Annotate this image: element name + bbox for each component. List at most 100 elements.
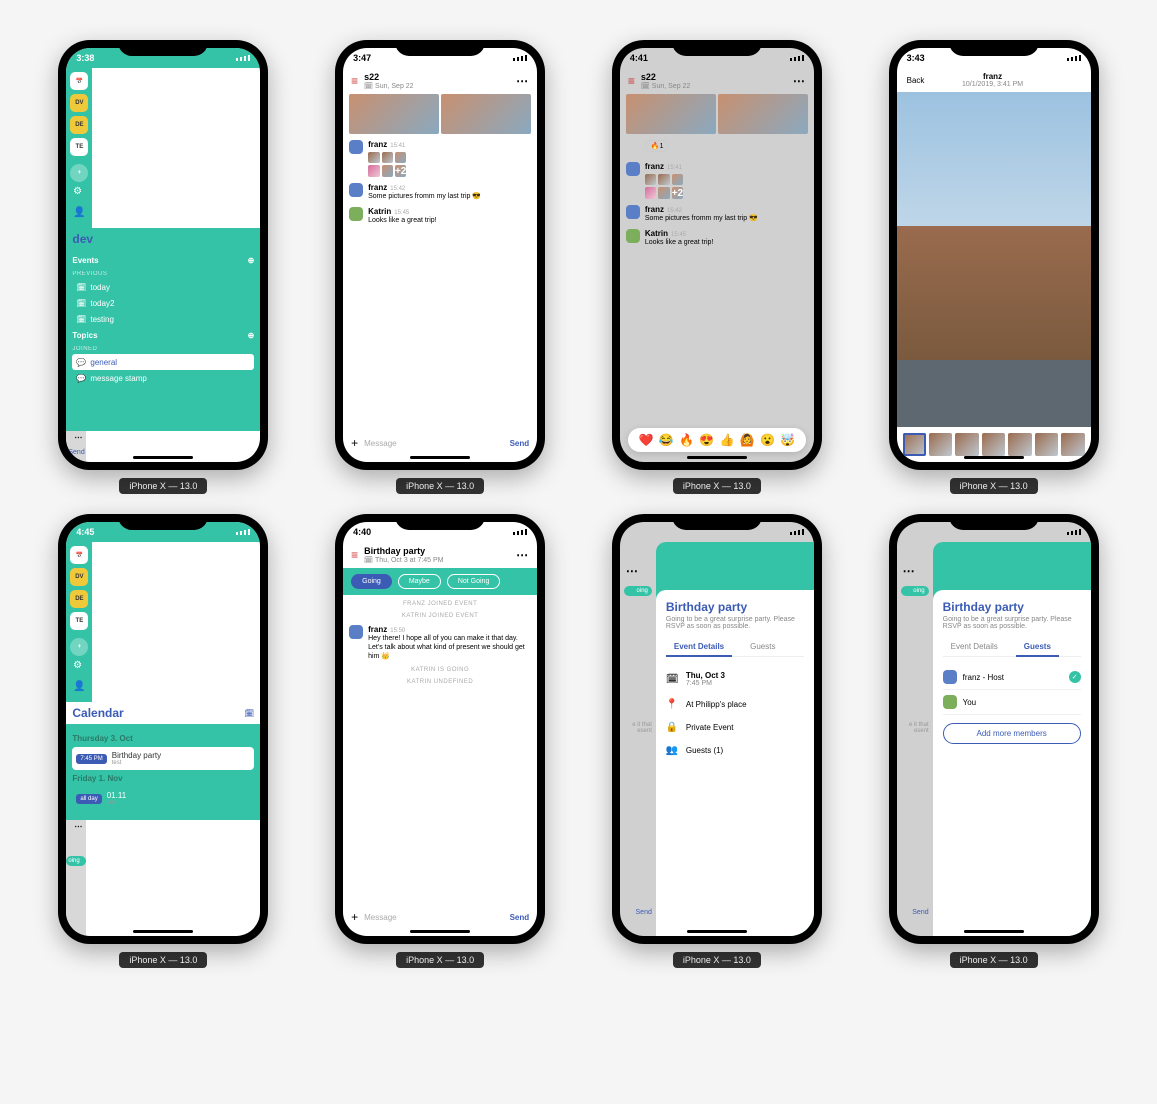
- home-indicator[interactable]: [133, 456, 193, 459]
- photo-thumb[interactable]: [1061, 433, 1084, 456]
- rsvp-not-going-button[interactable]: Not Going: [447, 574, 501, 589]
- add-members-button[interactable]: Add more members: [943, 723, 1081, 744]
- chat-messages[interactable]: franz15:41 +2 franz15:42 Some pictures f…: [343, 94, 537, 430]
- calendar-icon[interactable]: 📅: [70, 546, 88, 564]
- image-thumb[interactable]: [395, 152, 406, 163]
- guest-row[interactable]: franz - Host ✓: [943, 665, 1081, 690]
- image-thumb[interactable]: [382, 165, 393, 176]
- image-thumb[interactable]: [382, 152, 393, 163]
- chat-title[interactable]: s22: [364, 72, 510, 82]
- reaction-ok[interactable]: 🙆: [740, 433, 755, 447]
- photo-thumb[interactable]: [982, 433, 1005, 456]
- attach-icon[interactable]: +: [351, 436, 358, 450]
- photo-full[interactable]: [897, 92, 1091, 427]
- more-icon[interactable]: ⋯: [66, 431, 86, 443]
- settings-icon[interactable]: ⚙: [73, 660, 85, 671]
- reaction-chip[interactable]: 🔥1: [645, 140, 670, 152]
- add-workspace-button[interactable]: +: [70, 164, 88, 182]
- sheet-backdrop[interactable]: Birthday party Going to be a great surpr…: [933, 542, 1091, 936]
- event-item[interactable]: 🗓today2: [72, 295, 254, 311]
- menu-icon[interactable]: ≡: [351, 548, 358, 562]
- topic-item-selected[interactable]: 💬general: [72, 354, 254, 370]
- home-indicator[interactable]: [410, 930, 470, 933]
- more-icon[interactable]: ⋯: [793, 74, 806, 88]
- photo-thumb[interactable]: [929, 433, 952, 456]
- tab-event-details[interactable]: Event Details: [943, 638, 1006, 656]
- menu-icon[interactable]: ≡: [628, 74, 635, 88]
- workspace-badge-de[interactable]: DE: [70, 590, 88, 608]
- reaction-laugh[interactable]: 😂: [659, 433, 674, 447]
- profile-icon[interactable]: 👤: [73, 681, 85, 692]
- chat-messages[interactable]: FRANZ JOINED EVENT KATRIN JOINED EVENT f…: [343, 595, 537, 904]
- tab-guests[interactable]: Guests: [1016, 638, 1059, 657]
- avatar[interactable]: [349, 183, 363, 197]
- calendar-icon[interactable]: 📅: [70, 72, 88, 90]
- calendar-add-icon[interactable]: 🗓: [244, 709, 254, 718]
- reaction-fire[interactable]: 🔥: [679, 433, 694, 447]
- more-icon[interactable]: ⋯: [66, 820, 86, 832]
- workspace-badge-te[interactable]: TE: [70, 138, 88, 156]
- add-event-icon[interactable]: ⊕: [248, 256, 255, 265]
- profile-icon[interactable]: 👤: [73, 207, 85, 218]
- image-thumb[interactable]: [368, 165, 379, 176]
- photo-thumb[interactable]: [903, 433, 926, 456]
- image-row[interactable]: [349, 94, 531, 134]
- back-button[interactable]: Back: [907, 76, 925, 85]
- more-icon[interactable]: ⋯: [516, 548, 529, 562]
- workspace-badge-dv[interactable]: DV: [70, 568, 88, 586]
- home-indicator[interactable]: [687, 930, 747, 933]
- workspace-badge-dv[interactable]: DV: [70, 94, 88, 112]
- image-more-count[interactable]: +2: [395, 165, 406, 176]
- menu-icon[interactable]: ≡: [351, 74, 358, 88]
- reaction-heart[interactable]: ❤️: [639, 433, 654, 447]
- event-title[interactable]: Birthday party: [364, 546, 510, 556]
- rsvp-going-button[interactable]: Going: [351, 574, 392, 589]
- reaction-thumbs-up[interactable]: 👍: [720, 433, 735, 447]
- workspace-badge-de[interactable]: DE: [70, 116, 88, 134]
- topic-item[interactable]: 💬message stamp: [72, 370, 254, 386]
- detail-guests-row[interactable]: 👥Guests (1): [666, 739, 804, 762]
- home-indicator[interactable]: [133, 930, 193, 933]
- home-indicator[interactable]: [964, 456, 1024, 459]
- send-label[interactable]: Send: [66, 443, 86, 462]
- rsvp-maybe-button[interactable]: Maybe: [398, 574, 441, 589]
- avatar[interactable]: [349, 140, 363, 154]
- reaction-wow[interactable]: 😮: [760, 433, 775, 447]
- home-indicator[interactable]: [410, 456, 470, 459]
- photo-thumb[interactable]: [1008, 433, 1031, 456]
- avatar[interactable]: [349, 207, 363, 221]
- event-item[interactable]: 🗓testing: [72, 311, 254, 327]
- sheet-backdrop[interactable]: Birthday party Going to be a great surpr…: [656, 542, 814, 936]
- image-grid[interactable]: +2: [368, 152, 406, 177]
- calendar-list[interactable]: Thursday 3. Oct 7:45 PM Birthday partyte…: [66, 724, 260, 820]
- tab-event-details[interactable]: Event Details: [666, 638, 732, 657]
- reaction-heart-eyes[interactable]: 😍: [699, 433, 714, 447]
- home-indicator[interactable]: [964, 930, 1024, 933]
- event-item[interactable]: 🗓today: [72, 279, 254, 295]
- topics-joined-label: JOINED: [72, 346, 254, 352]
- send-button[interactable]: Send: [510, 439, 530, 448]
- system-message: KATRIN IS GOING: [349, 667, 531, 673]
- send-label: Send: [897, 909, 933, 916]
- settings-icon[interactable]: ⚙: [73, 186, 85, 197]
- workspace-badge-te[interactable]: TE: [70, 612, 88, 630]
- calendar-event[interactable]: 7:45 PM Birthday partytest: [72, 747, 254, 770]
- message-input[interactable]: Message: [364, 439, 503, 448]
- more-icon[interactable]: ⋯: [516, 74, 529, 88]
- guest-row[interactable]: You: [943, 690, 1081, 715]
- reaction-mind-blown[interactable]: 🤯: [780, 433, 795, 447]
- message-author: franz: [645, 162, 664, 171]
- photo-thumb[interactable]: [1035, 433, 1058, 456]
- tab-guests[interactable]: Guests: [742, 638, 783, 656]
- photo-thumb[interactable]: [955, 433, 978, 456]
- attach-icon[interactable]: +: [351, 910, 358, 924]
- add-workspace-button[interactable]: +: [70, 638, 88, 656]
- avatar[interactable]: [349, 625, 363, 639]
- image-thumb[interactable]: [368, 152, 379, 163]
- avatar: [943, 670, 957, 684]
- send-button[interactable]: Send: [510, 913, 530, 922]
- home-indicator[interactable]: [687, 456, 747, 459]
- add-topic-icon[interactable]: ⊕: [248, 331, 255, 340]
- calendar-event[interactable]: all day 01.11test: [72, 787, 254, 810]
- message-input[interactable]: Message: [364, 913, 503, 922]
